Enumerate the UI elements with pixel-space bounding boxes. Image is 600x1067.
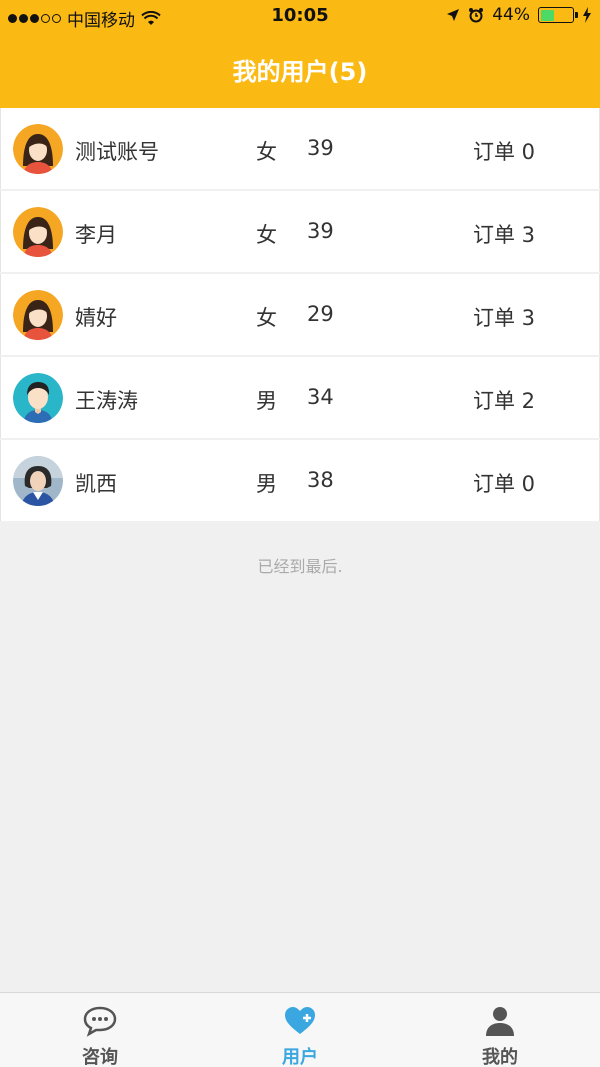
tab-bar: 咨询 用户 我的 bbox=[0, 992, 600, 1067]
user-row[interactable]: 凯西 男 38 订单 0 bbox=[0, 440, 600, 521]
list-end-note: 已经到最后. bbox=[257, 557, 343, 576]
user-gender: 男 bbox=[256, 389, 277, 413]
page-title: 我的用户(5) bbox=[232, 58, 368, 86]
tab-mine-label: 我的 bbox=[482, 1047, 518, 1067]
user-order-count: 订单 2 bbox=[473, 389, 536, 413]
tab-users-label: 用户 bbox=[282, 1047, 318, 1067]
user-photo-avatar bbox=[13, 456, 63, 506]
user-order-count: 订单 3 bbox=[473, 306, 536, 330]
user-order-count: 订单 0 bbox=[473, 140, 536, 164]
user-name: 测试账号 bbox=[75, 140, 159, 164]
user-row[interactable]: 婧好 女 29 订单 3 bbox=[0, 274, 600, 355]
user-order-count: 订单 0 bbox=[473, 472, 536, 496]
heart-plus-icon bbox=[285, 1007, 315, 1034]
alarm-clock-icon bbox=[469, 8, 484, 23]
status-right: 44% bbox=[446, 5, 592, 25]
user-row[interactable]: 测试账号 女 39 订单 0 bbox=[0, 108, 600, 189]
battery-icon bbox=[538, 7, 578, 23]
user-name: 婧好 bbox=[75, 306, 117, 330]
user-gender: 男 bbox=[256, 472, 277, 496]
user-name: 凯西 bbox=[75, 472, 117, 496]
user-row[interactable]: 李月 女 39 订单 3 bbox=[0, 191, 600, 272]
user-age: 39 bbox=[307, 136, 334, 160]
female-avatar-icon bbox=[13, 124, 63, 174]
user-gender: 女 bbox=[256, 306, 277, 330]
person-icon bbox=[486, 1007, 514, 1036]
charging-bolt-icon bbox=[583, 7, 591, 23]
male-avatar-icon bbox=[13, 373, 63, 423]
tab-consult[interactable]: 咨询 bbox=[0, 993, 200, 1067]
user-age: 38 bbox=[307, 468, 334, 492]
status-bar: 中国移动 10:05 44% bbox=[0, 0, 600, 34]
chat-bubble-icon bbox=[83, 1006, 117, 1037]
user-name: 李月 bbox=[75, 223, 117, 247]
user-age: 29 bbox=[307, 302, 334, 326]
user-row[interactable]: 王涛涛 男 34 订单 2 bbox=[0, 357, 600, 438]
tab-users[interactable]: 用户 bbox=[200, 993, 400, 1067]
header-bar: 中国移动 10:05 44% 我的用户(5) bbox=[0, 0, 600, 108]
tab-mine[interactable]: 我的 bbox=[400, 993, 600, 1067]
tab-consult-label: 咨询 bbox=[82, 1047, 118, 1067]
female-avatar-icon bbox=[13, 290, 63, 340]
user-gender: 女 bbox=[256, 223, 277, 247]
user-age: 34 bbox=[307, 385, 334, 409]
location-arrow-icon bbox=[447, 9, 460, 21]
battery-percent: 44% bbox=[492, 5, 530, 25]
user-list: 测试账号女 39 订单 0 李月女 39 订单 3 婧好女 29 订单 3 王涛涛男 34 订单 2凯… bbox=[0, 108, 600, 523]
user-age: 39 bbox=[307, 219, 334, 243]
user-name: 王涛涛 bbox=[75, 389, 138, 413]
user-gender: 女 bbox=[256, 140, 277, 164]
female-avatar-icon bbox=[13, 207, 63, 257]
user-order-count: 订单 3 bbox=[473, 223, 536, 247]
